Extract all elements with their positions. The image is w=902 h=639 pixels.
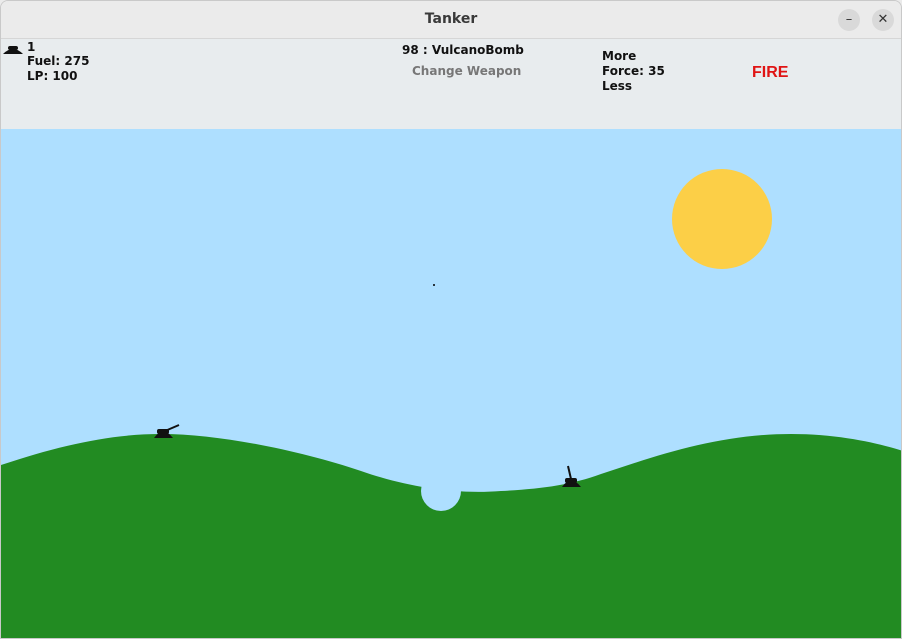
window-title: Tanker: [424, 11, 478, 27]
more-force-button[interactable]: More: [602, 49, 636, 63]
crater: [421, 471, 461, 511]
force-readout: Force: 35: [602, 64, 665, 78]
weapon-readout: 98 : VulcanoBomb: [402, 43, 524, 57]
game-window: Tanker – ✕ 1 Fuel: 275 LP: 100 98 : Vulc…: [0, 0, 902, 639]
player-tank-icon: [3, 46, 23, 54]
change-weapon-button[interactable]: Change Weapon: [412, 64, 521, 78]
close-icon[interactable]: ✕: [872, 9, 894, 31]
fuel-readout: Fuel: 275: [27, 54, 90, 68]
battlefield: [1, 129, 901, 638]
projectile: [433, 284, 435, 286]
fire-button[interactable]: FIRE: [752, 64, 788, 82]
sun: [672, 169, 772, 269]
player-number: 1: [27, 40, 36, 54]
less-force-button[interactable]: Less: [602, 79, 632, 93]
life-points-readout: LP: 100: [27, 69, 78, 83]
title-bar: Tanker – ✕: [1, 1, 901, 39]
minimize-icon[interactable]: –: [838, 9, 860, 31]
hud-panel: 1 Fuel: 275 LP: 100 98 : VulcanoBomb Cha…: [1, 39, 901, 129]
